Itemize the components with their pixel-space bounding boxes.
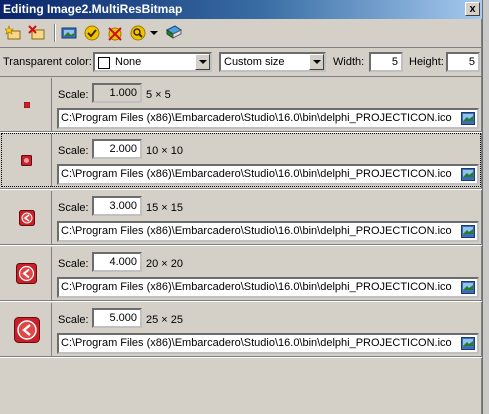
transparent-color-value: None [115,56,142,68]
bitmap-size: 10 × 10 [146,145,184,157]
size-mode-combo[interactable]: Custom size [219,52,326,72]
width-label: Width: [333,56,365,68]
width-field[interactable]: 5 [369,52,403,72]
scale-label: Scale: [58,314,89,326]
editor-window: Editing Image2.MultiResBitmap x Transpar… [0,0,482,414]
browse-image-icon[interactable] [461,281,475,294]
transparent-color-label: Transparent color: [3,56,92,68]
delete-item-icon[interactable] [27,23,47,43]
file-path-value: C:\Program Files (x86)\Embarcadero\Studi… [61,225,452,237]
scale-field[interactable]: 5.000 [92,308,142,328]
height-label: Height: [409,56,444,68]
scale-field[interactable]: 2.000 [92,139,142,159]
scale-field[interactable]: 1.000 [92,83,142,103]
zoom-icon[interactable] [128,23,148,43]
size-mode-value: Custom size [224,56,285,68]
background-window-edge [482,0,489,414]
file-path-field[interactable]: C:\Program Files (x86)\Embarcadero\Studi… [57,333,479,354]
browse-image-icon[interactable] [461,337,475,350]
empty-list-area [0,358,481,414]
bitmap-size: 5 × 5 [146,89,171,101]
bitmap-item-row[interactable]: Scale: 3.000 15 × 15 C:\Program Files (x… [1,190,481,244]
bitmap-preview [2,247,52,300]
scale-field[interactable]: 3.000 [92,196,142,216]
title-bar[interactable]: Editing Image2.MultiResBitmap x [0,0,482,19]
project-icon [18,209,35,226]
scale-label: Scale: [58,202,89,214]
clear-icon[interactable] [105,23,125,43]
browse-image-icon[interactable] [461,168,475,181]
scale-label: Scale: [58,89,89,101]
bitmap-item-row[interactable]: Scale: 4.000 20 × 20 C:\Program Files (x… [1,246,481,300]
scale-label: Scale: [58,258,89,270]
file-path-value: C:\Program Files (x86)\Embarcadero\Studi… [61,112,452,124]
project-icon [21,155,32,166]
color-swatch [98,57,110,69]
file-path-value: C:\Program Files (x86)\Embarcadero\Studi… [61,337,452,349]
file-path-field[interactable]: C:\Program Files (x86)\Embarcadero\Studi… [57,164,479,185]
bitmap-size: 20 × 20 [146,258,184,270]
file-path-field[interactable]: C:\Program Files (x86)\Embarcadero\Studi… [57,108,479,129]
transparent-color-combo[interactable]: None [93,52,212,72]
file-path-value: C:\Program Files (x86)\Embarcadero\Studi… [61,168,452,180]
browse-image-icon[interactable] [461,225,475,238]
file-path-field[interactable]: C:\Program Files (x86)\Embarcadero\Studi… [57,277,479,298]
bitmap-preview [2,303,52,356]
load-image-icon[interactable] [59,23,79,43]
scale-field[interactable]: 4.000 [92,252,142,272]
project-icon [23,101,30,108]
bitmap-preview [2,191,52,244]
bitmap-preview [2,134,52,187]
bitmap-preview [2,78,52,131]
chevron-down-icon[interactable] [309,54,324,70]
bitmap-item-row[interactable]: Scale: 1.000 5 × 5 C:\Program Files (x86… [1,77,481,131]
project-icon [13,316,40,343]
file-path-value: C:\Program Files (x86)\Embarcadero\Studi… [61,281,452,293]
bitmap-item-row[interactable]: Scale: 5.000 25 × 25 C:\Program Files (x… [1,302,481,356]
dropdown-arrow-icon[interactable] [148,23,160,43]
toolbar [0,20,482,46]
height-field[interactable]: 5 [446,52,480,72]
bitmap-size: 15 × 15 [146,202,184,214]
options-bar: Transparent color: None Custom size Widt… [0,47,482,77]
close-button[interactable]: x [465,2,480,16]
new-item-icon[interactable] [4,23,24,43]
bitmap-item-row[interactable]: Scale: 2.000 10 × 10 C:\Program Files (x… [1,133,481,187]
file-path-field[interactable]: C:\Program Files (x86)\Embarcadero\Studi… [57,221,479,242]
bitmap-size: 25 × 25 [146,314,184,326]
book-icon[interactable] [164,23,184,43]
apply-icon[interactable] [82,23,102,43]
chevron-down-icon[interactable] [195,54,210,70]
scale-label: Scale: [58,145,89,157]
browse-image-icon[interactable] [461,112,475,125]
project-icon [16,263,37,284]
window-title: Editing Image2.MultiResBitmap [3,2,183,16]
